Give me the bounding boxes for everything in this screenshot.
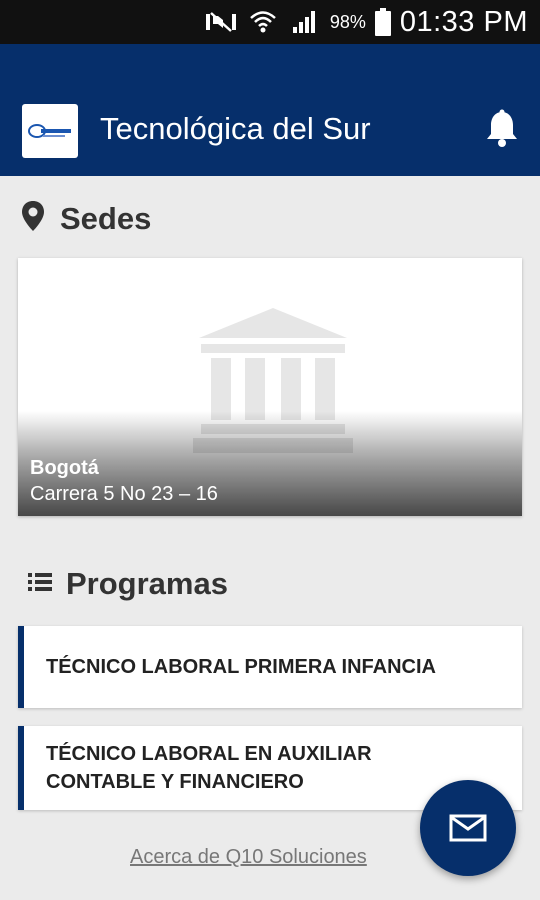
mute-icon [204, 8, 238, 36]
battery-percentage: 98% [329, 11, 366, 32]
sedes-title: Sedes [60, 200, 152, 236]
contact-fab-button[interactable] [420, 780, 516, 876]
list-icon [28, 572, 52, 597]
campus-card[interactable]: Bogotá Carrera 5 No 23 – 16 [18, 258, 522, 516]
program-name-line2: CONTABLE Y FINANCIERO [46, 771, 304, 793]
campus-city: Bogotá [30, 457, 99, 479]
campus-address: Carrera 5 No 23 – 16 [30, 483, 218, 505]
programas-title: Programas [66, 566, 228, 601]
app-bar: Tecnológica del Sur [0, 44, 540, 176]
mail-icon [449, 814, 487, 842]
program-name: TÉCNICO LABORAL PRIMERA INFANCIA [46, 656, 436, 678]
battery-icon [374, 8, 392, 36]
sedes-section-header: Sedes [20, 200, 151, 237]
about-link[interactable]: Acerca de Q10 Soluciones [130, 846, 367, 869]
program-name-line1: TÉCNICO LABORAL EN AUXILIAR [46, 743, 372, 765]
clock: 01:33 PM [399, 5, 528, 38]
signal-icon [288, 8, 322, 36]
status-bar: 98% 01:33 PM [0, 0, 540, 44]
status-icons: 98% 01:33 PM [204, 6, 528, 38]
location-pin-icon [20, 200, 46, 237]
institution-logo[interactable] [22, 104, 78, 158]
bell-icon[interactable] [484, 108, 520, 148]
wifi-icon [246, 8, 280, 36]
app-title: Tecnológica del Sur [100, 111, 371, 146]
programas-section-header: Programas [28, 566, 228, 602]
program-item[interactable]: TÉCNICO LABORAL PRIMERA INFANCIA [18, 626, 522, 708]
